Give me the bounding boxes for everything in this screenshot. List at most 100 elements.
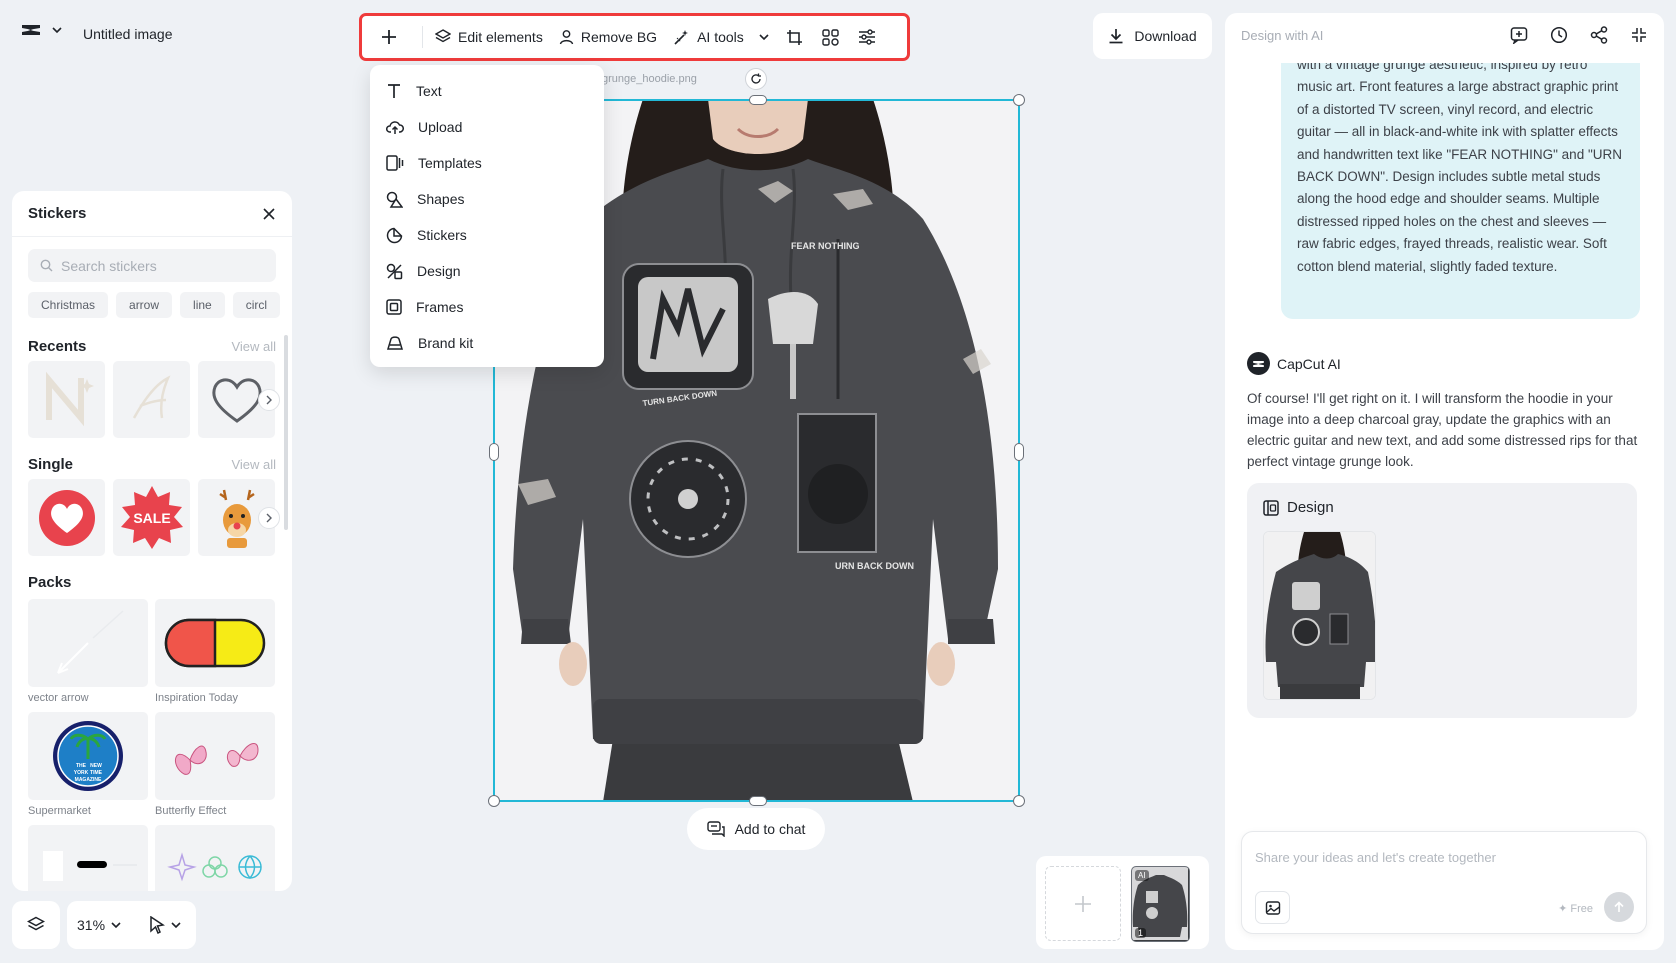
image-upload-icon xyxy=(1265,900,1281,916)
ai-badge: AI xyxy=(1135,870,1149,881)
resize-handle-left[interactable] xyxy=(489,443,499,461)
history-icon[interactable] xyxy=(1550,26,1568,44)
edit-elements-label: Edit elements xyxy=(458,29,543,45)
design-card-icon xyxy=(1263,499,1279,516)
menu-item-upload[interactable]: Upload xyxy=(370,109,604,145)
add-button[interactable] xyxy=(368,20,410,54)
pack-butterfly-effect[interactable]: Butterfly Effect xyxy=(155,712,275,817)
pack-thumbnail xyxy=(155,599,275,687)
single-view-all-link[interactable]: View all xyxy=(231,457,276,472)
design-with-ai-panel: Design with AI with a vintage grunge aes… xyxy=(1225,13,1664,950)
add-to-chat-button[interactable]: Add to chat xyxy=(687,808,825,850)
chat-prompt-input[interactable]: Share your ideas and let's create togeth… xyxy=(1255,850,1496,865)
chat-icon xyxy=(706,821,725,837)
smart-select-button[interactable] xyxy=(813,20,849,54)
resize-handle-bottom-right[interactable] xyxy=(1013,795,1025,807)
plus-icon xyxy=(381,29,397,45)
close-icon[interactable] xyxy=(262,207,276,221)
recents-row xyxy=(12,361,292,438)
menu-item-frames[interactable]: Frames xyxy=(370,289,604,325)
design-result-thumbnail[interactable] xyxy=(1263,531,1376,700)
remove-bg-label: Remove BG xyxy=(580,29,658,45)
menu-item-label: Shapes xyxy=(417,191,465,207)
chip-circle[interactable]: circl xyxy=(232,292,281,318)
adjust-button[interactable] xyxy=(849,20,885,54)
pack-inspiration-today[interactable]: Inspiration Today xyxy=(155,599,275,704)
packs-title: Packs xyxy=(28,574,72,591)
resize-handle-bottom[interactable] xyxy=(749,796,767,806)
search-icon xyxy=(40,259,53,272)
app-logo-menu[interactable] xyxy=(20,22,62,38)
single-title: Single xyxy=(28,456,74,473)
single-header: Single View all xyxy=(12,456,292,473)
crop-button[interactable] xyxy=(777,20,813,54)
single-next-button[interactable] xyxy=(258,507,280,529)
menu-item-design[interactable]: Design xyxy=(370,253,604,289)
document-title[interactable]: Untitled image xyxy=(83,26,173,42)
user-message-bubble: with a vintage grunge aesthetic, inspire… xyxy=(1281,63,1640,319)
collapse-icon[interactable] xyxy=(1630,26,1648,44)
pack-supermarket[interactable]: THE NEW YORK TIME MAGAZINE Supermarket xyxy=(28,712,148,817)
menu-item-stickers[interactable]: Stickers xyxy=(370,217,604,253)
zoom-level[interactable]: 31% xyxy=(77,917,105,933)
pack-vector-arrow[interactable]: vector arrow xyxy=(28,599,148,704)
stickers-scrollbar[interactable] xyxy=(284,335,288,530)
menu-item-templates[interactable]: Templates xyxy=(370,145,604,181)
remove-bg-button[interactable]: Remove BG xyxy=(551,20,665,54)
single-row: SALE xyxy=(12,479,292,556)
resize-handle-top-right[interactable] xyxy=(1013,94,1025,106)
packs-header: Packs xyxy=(12,574,292,591)
pack-minimal-lines[interactable] xyxy=(28,825,148,891)
page-thumbnail[interactable]: AI 1 xyxy=(1131,866,1190,942)
chevron-down-icon[interactable] xyxy=(171,921,181,929)
add-page-button[interactable] xyxy=(1045,866,1121,941)
stickers-icon xyxy=(386,227,403,244)
chevron-right-icon xyxy=(265,395,273,405)
new-chat-icon[interactable] xyxy=(1510,26,1528,44)
recents-title: Recents xyxy=(28,338,87,355)
stickers-search-input[interactable]: Search stickers xyxy=(28,249,276,282)
download-button[interactable]: Download xyxy=(1093,13,1212,59)
pack-label: Inspiration Today xyxy=(155,692,238,704)
zoom-controls: 31% xyxy=(67,901,196,949)
recents-next-button[interactable] xyxy=(258,389,280,411)
share-icon[interactable] xyxy=(1590,26,1608,44)
sticker-red-heart[interactable] xyxy=(28,479,105,556)
chevron-down-icon[interactable] xyxy=(111,921,121,929)
resize-handle-right[interactable] xyxy=(1014,443,1024,461)
sticker-letter-a[interactable] xyxy=(113,361,190,438)
pack-thumbnail xyxy=(155,825,275,891)
sticker-letter-n[interactable] xyxy=(28,361,105,438)
resize-handle-top[interactable] xyxy=(749,95,767,105)
rotate-handle[interactable] xyxy=(745,68,767,90)
design-card-header: Design xyxy=(1263,499,1334,516)
menu-item-text[interactable]: Text xyxy=(370,73,604,109)
chevron-down-icon xyxy=(759,33,769,41)
pack-label: vector arrow xyxy=(28,692,89,704)
edit-elements-button[interactable]: Edit elements xyxy=(427,20,551,54)
layers-button[interactable] xyxy=(12,901,60,949)
design-result-card[interactable]: Design xyxy=(1247,483,1637,718)
sticker-sale[interactable]: SALE xyxy=(113,479,190,556)
chip-line[interactable]: line xyxy=(180,292,225,318)
frames-icon xyxy=(386,299,402,315)
free-label: ✦ Free xyxy=(1558,903,1593,915)
pack-thumbnail: THE NEW YORK TIME MAGAZINE xyxy=(28,712,148,800)
send-button[interactable] xyxy=(1604,892,1634,922)
user-message-text: with a vintage grunge aesthetic, inspire… xyxy=(1297,63,1622,274)
download-label: Download xyxy=(1134,28,1197,44)
attach-image-button[interactable] xyxy=(1255,891,1290,924)
sliders-icon xyxy=(858,29,876,45)
stickers-panel-header: Stickers xyxy=(12,191,292,237)
resize-handle-bottom-left[interactable] xyxy=(488,795,500,807)
recents-view-all-link[interactable]: View all xyxy=(231,339,276,354)
ai-panel-title: Design with AI xyxy=(1241,27,1324,43)
assistant-header: CapCut AI xyxy=(1247,352,1341,375)
menu-item-shapes[interactable]: Shapes xyxy=(370,181,604,217)
ai-tools-button[interactable]: AI tools xyxy=(665,20,777,54)
chip-christmas[interactable]: Christmas xyxy=(28,292,109,318)
chip-arrow[interactable]: arrow xyxy=(116,292,173,318)
pointer-tool-icon[interactable] xyxy=(149,916,165,934)
pack-outline-icons[interactable] xyxy=(155,825,275,891)
menu-item-brand-kit[interactable]: Brand kit xyxy=(370,325,604,361)
